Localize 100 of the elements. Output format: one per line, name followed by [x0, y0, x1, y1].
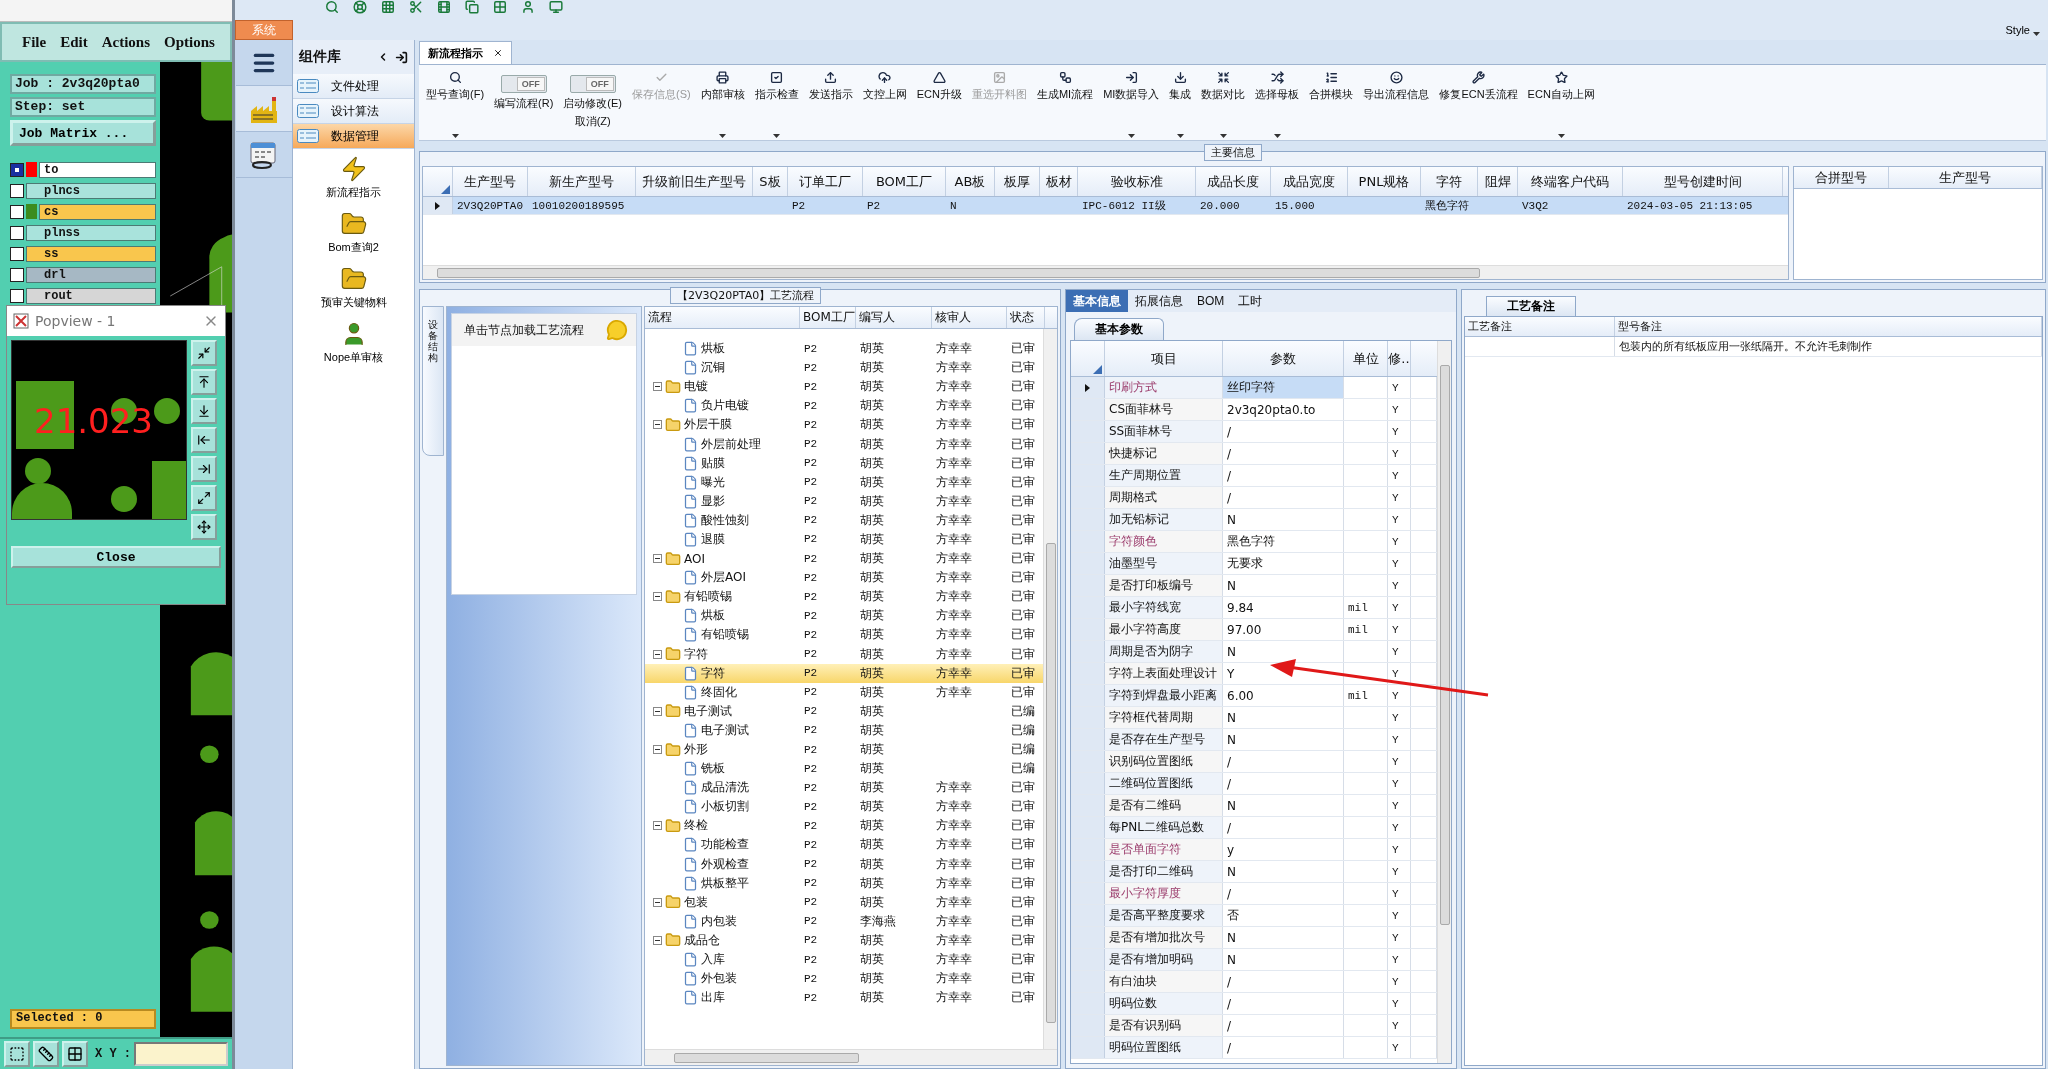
tree-node[interactable]: 电子测试: [701, 721, 749, 739]
tree-node[interactable]: 出库: [701, 989, 725, 1007]
column-header[interactable]: 工艺备注: [1465, 317, 1615, 336]
ribbon-button[interactable]: 内部审核: [695, 65, 750, 140]
close-button[interactable]: Close: [11, 546, 221, 568]
horizontal-scrollbar[interactable]: [423, 265, 1788, 279]
tree-node[interactable]: 外层前处理: [701, 435, 761, 453]
row-header[interactable]: [1071, 377, 1105, 398]
column-header[interactable]: 字符: [1421, 167, 1478, 196]
tree-node[interactable]: AOI: [684, 551, 705, 566]
column-header[interactable]: 验收标准: [1078, 167, 1196, 196]
column-header[interactable]: 状态: [1007, 307, 1045, 328]
ribbon-button[interactable]: ECN自动上网: [1522, 65, 1600, 140]
layer-checkbox[interactable]: [10, 204, 24, 219]
library-tool[interactable]: 预审关键物料: [293, 259, 414, 314]
ribbon-button[interactable]: 数据对比: [1196, 65, 1251, 140]
column-header[interactable]: 修..: [1388, 341, 1411, 376]
column-header[interactable]: 订单工厂: [788, 167, 863, 196]
collapse-icon[interactable]: [653, 592, 662, 602]
column-header[interactable]: 板材: [1040, 167, 1078, 196]
ribbon-button[interactable]: 合拼模块: [1304, 65, 1359, 140]
ribbon-button[interactable]: 文控上网: [857, 65, 912, 140]
column-header[interactable]: 升级前旧生产型号: [636, 167, 753, 196]
ribbon-button[interactable]: ECN升级: [911, 65, 967, 140]
column-header[interactable]: 核审人: [932, 307, 1007, 328]
layer-checkbox[interactable]: [10, 288, 24, 303]
column-header[interactable]: 新生产型号: [528, 167, 636, 196]
layer-checkbox[interactable]: [10, 162, 24, 177]
layer-checkbox[interactable]: [10, 246, 24, 261]
layer-checkbox[interactable]: [10, 225, 24, 240]
row-header[interactable]: [423, 197, 453, 214]
tree-node[interactable]: 字符: [701, 664, 725, 682]
column-header[interactable]: 型号备注: [1615, 317, 2042, 336]
tree-node[interactable]: 曝光: [701, 473, 725, 491]
tree-node[interactable]: 外观检查: [701, 855, 749, 873]
tree-node[interactable]: 包装: [684, 893, 708, 911]
category-item[interactable]: 文件处理: [293, 74, 414, 99]
column-header[interactable]: 项目: [1105, 341, 1223, 376]
layer-name[interactable]: drl: [26, 266, 156, 283]
layer-name[interactable]: plnss: [26, 224, 156, 241]
column-header[interactable]: 合拼型号: [1794, 167, 1889, 188]
column-header[interactable]: 参数: [1223, 341, 1344, 376]
column-header[interactable]: S板: [753, 167, 788, 196]
column-header[interactable]: 流程: [645, 307, 800, 328]
menu-item[interactable]: File: [22, 33, 47, 51]
job-matrix-button[interactable]: Job Matrix ...: [10, 120, 156, 146]
login-icon[interactable]: [395, 50, 408, 64]
tree-node[interactable]: 内包装: [701, 912, 737, 930]
collapse-icon[interactable]: [653, 897, 662, 907]
tree-node[interactable]: 外层AOI: [701, 569, 746, 587]
tree-node[interactable]: 电子测试: [684, 702, 732, 720]
side-tab[interactable]: 设备结构: [422, 306, 444, 456]
column-header[interactable]: PNL规格: [1348, 167, 1421, 196]
column-header[interactable]: 阻焊: [1478, 167, 1518, 196]
collapse-icon[interactable]: [653, 745, 662, 754]
tree-node[interactable]: 沉铜: [701, 359, 725, 377]
category-item[interactable]: 设计算法: [293, 99, 414, 124]
tree-node[interactable]: 有铅喷锡: [684, 588, 732, 606]
person-icon[interactable]: [521, 0, 535, 14]
grid-icon[interactable]: [381, 0, 395, 14]
tree-node[interactable]: 小板切割: [701, 798, 749, 816]
tree-node[interactable]: 成品仓: [684, 931, 720, 949]
column-header[interactable]: BOM工厂: [800, 307, 856, 328]
film-icon[interactable]: [437, 0, 451, 14]
column-header[interactable]: 终端客户代码: [1518, 167, 1623, 196]
column-header[interactable]: AB板: [946, 167, 995, 196]
collapse-icon[interactable]: [653, 382, 662, 392]
search-icon[interactable]: [325, 0, 339, 14]
close-icon[interactable]: [493, 48, 503, 58]
layer-name[interactable]: rout: [26, 287, 156, 304]
layer-name[interactable]: to: [39, 161, 156, 178]
tree-node[interactable]: 入库: [701, 951, 725, 969]
tab[interactable]: 工时: [1231, 290, 1270, 312]
toggle-switch[interactable]: OFF 启动修改(E) 取消(Z): [558, 65, 627, 140]
category-item[interactable]: 数据管理: [293, 124, 414, 149]
ribbon-button[interactable]: 集成: [1164, 65, 1197, 140]
ribbon-button[interactable]: 指示检查: [749, 65, 804, 140]
column-header[interactable]: 单位: [1344, 341, 1388, 376]
column-header[interactable]: 编写人: [856, 307, 932, 328]
toggle-switch[interactable]: OFF 编写流程(R): [489, 65, 559, 140]
tab[interactable]: 拓展信息: [1128, 290, 1190, 312]
monitor-icon[interactable]: [549, 0, 563, 14]
scissors-icon[interactable]: [409, 0, 423, 14]
column-header[interactable]: 板厚: [995, 167, 1040, 196]
column-header[interactable]: 生产型号: [1889, 167, 2042, 188]
tool-button[interactable]: [33, 1041, 59, 1067]
style-menu[interactable]: Style: [2005, 24, 2040, 36]
layer-checkbox[interactable]: [10, 183, 24, 198]
ribbon-button[interactable]: MI数据导入: [1098, 65, 1165, 140]
vertical-scrollbar[interactable]: [1437, 341, 1451, 1063]
ribbon-button[interactable]: 修复ECN丢流程: [1434, 65, 1523, 140]
library-tool[interactable]: Nope单审核: [293, 314, 414, 369]
ribbon-button[interactable]: 生成MI流程: [1031, 65, 1099, 140]
collapse-icon[interactable]: [653, 706, 662, 716]
column-header[interactable]: 生产型号: [453, 167, 528, 196]
ribbon-button[interactable]: 导出流程信息: [1358, 65, 1435, 140]
menu-item[interactable]: Edit: [60, 33, 88, 51]
tree-node[interactable]: 烘板: [701, 340, 725, 358]
ribbon-button[interactable]: 型号查询(F): [421, 65, 490, 140]
menu-item[interactable]: Actions: [101, 33, 150, 51]
